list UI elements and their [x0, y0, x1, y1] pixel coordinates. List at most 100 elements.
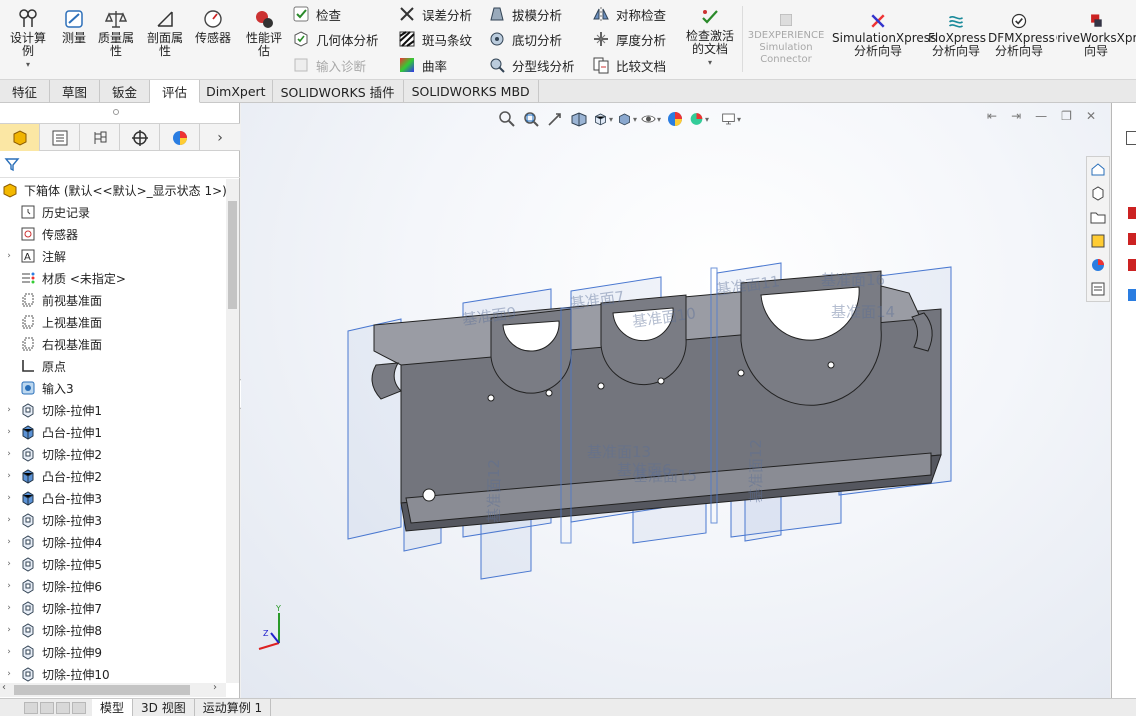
tree-item[interactable]: › 切除-拉伸1 — [0, 399, 226, 421]
tree-item[interactable]: › 切除-拉伸9 — [0, 641, 226, 663]
feature-manager-tab[interactable] — [0, 124, 40, 151]
dimxpert-manager-tab[interactable] — [120, 124, 160, 151]
prev-tab-icon[interactable] — [40, 701, 54, 714]
compare-documents-button[interactable]: 比较文档 — [592, 54, 666, 76]
custom-properties-icon[interactable] — [1087, 277, 1109, 301]
tree-item[interactable]: 材质 <未指定> — [0, 267, 226, 289]
file-explorer-icon[interactable] — [1087, 205, 1109, 229]
measure-button[interactable]: 测量 — [60, 8, 88, 45]
tab-sketch[interactable]: 草图 — [50, 80, 101, 103]
zebra-stripes-button[interactable]: 斑马条纹 — [398, 28, 472, 50]
task-pane-home-icon[interactable] — [1126, 131, 1136, 145]
tree-item[interactable]: › 切除-拉伸3 — [0, 509, 226, 531]
tree-item[interactable]: › 切除-拉伸2 — [0, 443, 226, 465]
bolt-hole[interactable] — [827, 361, 835, 369]
next-tab-icon[interactable] — [56, 701, 70, 714]
expand-arrow-icon[interactable]: › — [2, 625, 16, 635]
task-pane-item-icon[interactable] — [1128, 289, 1136, 301]
sensors-button[interactable]: 传感器 — [192, 8, 234, 45]
bolt-hole[interactable] — [487, 394, 495, 402]
scroll-left-icon[interactable]: ‹ — [2, 682, 6, 693]
import-diagnostics-button[interactable]: 输入诊断 — [292, 54, 366, 76]
graphics-viewport[interactable]: ⇤ ⇥ — ❐ ✕ — [241, 103, 1110, 698]
geometry-analysis-button[interactable]: 几何体分析 — [292, 28, 379, 50]
filter-icon[interactable] — [4, 156, 20, 172]
last-tab-icon[interactable] — [72, 701, 86, 714]
task-pane-item-icon[interactable] — [1128, 233, 1136, 245]
tree-root[interactable]: 下箱体 (默认<<默认>_显示状态 1>) ^ — [0, 179, 226, 201]
tree-item[interactable]: 输入3 — [0, 377, 226, 399]
home-icon[interactable] — [1087, 157, 1109, 181]
tab-solidworks-addins[interactable]: SOLIDWORKS 插件 — [273, 80, 404, 103]
tree-item[interactable]: › 切除-拉伸8 — [0, 619, 226, 641]
expand-arrow-icon[interactable]: › — [2, 537, 16, 547]
undercut-analysis-button[interactable]: 底切分析 — [488, 28, 562, 50]
expand-arrow-icon[interactable]: › — [2, 515, 16, 525]
section-properties-button[interactable]: 剖面属性 — [143, 8, 187, 58]
symmetry-check-button[interactable]: 对称检查 — [592, 3, 666, 25]
tab-solidworks-mbd[interactable]: SOLIDWORKS MBD — [404, 80, 539, 103]
scroll-right-icon[interactable]: › — [213, 682, 217, 693]
design-library-icon[interactable] — [1087, 181, 1109, 205]
first-tab-icon[interactable] — [24, 701, 38, 714]
tab-dimxpert[interactable]: DimXpert — [200, 80, 273, 103]
expand-arrow-icon[interactable]: › — [2, 251, 16, 261]
chevron-down-icon[interactable]: ▾ — [26, 58, 30, 71]
dfmxpress-button[interactable]: DFMXpress 分析向导 — [988, 12, 1055, 58]
expand-arrow-icon[interactable]: › — [2, 603, 16, 613]
task-pane-item-icon[interactable] — [1128, 207, 1136, 219]
floxpress-button[interactable]: FloXpress 分析向导 — [928, 12, 986, 58]
configuration-manager-tab[interactable] — [80, 124, 120, 151]
tree-item[interactable]: › 凸台-拉伸3 — [0, 487, 226, 509]
expand-arrow-icon[interactable]: › — [2, 647, 16, 657]
task-pane-item-icon[interactable] — [1128, 259, 1136, 271]
tab-motion-study[interactable]: 运动算例 1 — [195, 699, 272, 716]
tree-item[interactable]: › 切除-拉伸7 — [0, 597, 226, 619]
expand-arrow-icon[interactable]: › — [2, 449, 16, 459]
tree-vertical-scrollbar[interactable] — [226, 179, 239, 683]
bolt-hole[interactable] — [545, 389, 553, 397]
scroll-thumb[interactable] — [14, 685, 190, 695]
tab-features[interactable]: 特征 — [0, 80, 51, 103]
experience-sim-button[interactable]: 3DEXPERIENCE Simulation Connector — [746, 12, 826, 66]
check-active-doc-button[interactable]: 检查激活的文档 ▾ — [682, 6, 738, 69]
panel-grip-icon[interactable] — [113, 109, 119, 115]
appearances-icon[interactable] — [1087, 253, 1109, 277]
bolt-hole[interactable] — [657, 377, 665, 385]
performance-eval-button[interactable]: 性能评估 — [242, 8, 286, 58]
parting-line-analysis-button[interactable]: 分型线分析 — [488, 54, 575, 76]
scroll-thumb[interactable] — [228, 201, 237, 309]
display-manager-tab[interactable] — [160, 124, 200, 151]
bolt-hole[interactable] — [737, 369, 745, 377]
tab-model[interactable]: 模型 — [92, 699, 134, 716]
driveworks-button[interactable]: DriveWorksXpress 向导 — [1056, 12, 1136, 58]
check-button[interactable]: 检查 — [292, 3, 341, 25]
drain-hole[interactable] — [422, 488, 436, 502]
expand-arrow-icon[interactable]: › — [2, 405, 16, 415]
tree-item[interactable]: 上视基准面 — [0, 311, 226, 333]
tree-item[interactable]: › 切除-拉伸6 — [0, 575, 226, 597]
mass-properties-button[interactable]: 质量属性 — [94, 8, 138, 58]
bolt-hole[interactable] — [597, 382, 605, 390]
expand-arrow-icon[interactable]: › — [2, 493, 16, 503]
expand-arrow-icon[interactable]: › — [2, 427, 16, 437]
property-manager-tab[interactable] — [40, 124, 80, 151]
tree-item[interactable]: 原点 — [0, 355, 226, 377]
tree-item[interactable]: › A 注解 — [0, 245, 226, 267]
tree-item[interactable]: › 切除-拉伸5 — [0, 553, 226, 575]
tree-item[interactable]: › 切除-拉伸4 — [0, 531, 226, 553]
deviation-analysis-button[interactable]: 误差分析 — [398, 3, 472, 25]
view-palette-icon[interactable] — [1087, 229, 1109, 253]
tab-3d-views[interactable]: 3D 视图 — [133, 699, 195, 716]
tree-item[interactable]: › 凸台-拉伸1 — [0, 421, 226, 443]
tab-sheet-metal[interactable]: 钣金 — [100, 80, 151, 103]
chevron-down-icon[interactable]: ▾ — [708, 56, 712, 69]
tree-item[interactable]: › 切除-拉伸10 — [0, 663, 226, 683]
tree-horizontal-scrollbar[interactable]: ‹ › — [0, 682, 226, 697]
design-study-button[interactable]: 设计算例 ▾ — [6, 8, 50, 71]
thickness-analysis-button[interactable]: 厚度分析 — [592, 28, 666, 50]
tree-item[interactable]: › 凸台-拉伸2 — [0, 465, 226, 487]
simxpress-button[interactable]: SimulationXpress 分析向导 — [832, 12, 936, 58]
tree-item[interactable]: 右视基准面 — [0, 333, 226, 355]
expand-arrow-icon[interactable]: › — [2, 669, 16, 679]
